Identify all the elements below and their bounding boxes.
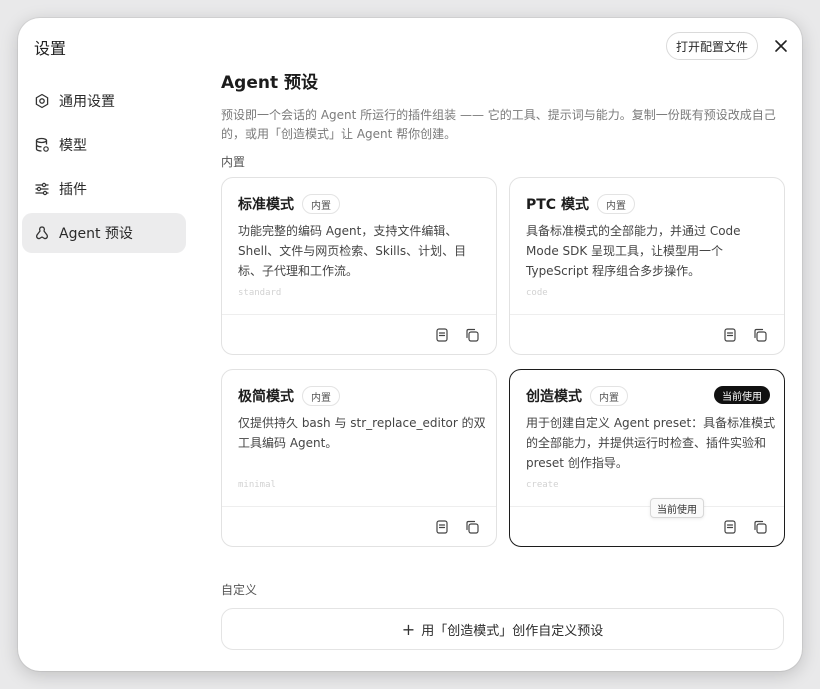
preset-id: create	[526, 480, 559, 490]
gear-icon	[34, 93, 50, 109]
page-title: Agent 预设	[221, 73, 319, 93]
sliders-icon	[34, 181, 50, 197]
builtin-badge: 内置	[590, 386, 628, 406]
preset-id: code	[526, 288, 548, 298]
sidebar: 通用设置 模型 插件 Agent 预设	[22, 81, 186, 257]
builtin-badge: 内置	[302, 194, 340, 214]
view-details-icon[interactable]	[434, 327, 450, 343]
create-custom-preset-button[interactable]: + 用「创造模式」创作自定义预设	[221, 608, 784, 650]
preset-description: 仅提供持久 bash 与 str_replace_editor 的双工具编码 A…	[238, 416, 486, 450]
preset-title: 极简模式	[238, 389, 294, 405]
preset-id: minimal	[238, 480, 276, 490]
preset-card-standard[interactable]: 标准模式 内置 功能完整的编码 Agent，支持文件编辑、Shell、文件与网页…	[221, 177, 497, 355]
settings-window: 设置 打开配置文件 通用设置 模型 插件 Agent 预设 Agent 预设 预…	[18, 18, 802, 671]
copy-icon[interactable]	[752, 327, 768, 343]
current-badge: 当前使用	[714, 386, 770, 404]
window-title: 设置	[34, 39, 67, 58]
copy-icon[interactable]	[464, 327, 480, 343]
preset-title: 标准模式	[238, 197, 294, 213]
sidebar-item-plugins[interactable]: 插件	[22, 169, 186, 209]
preset-title: PTC 模式	[526, 197, 589, 213]
preset-card-minimal[interactable]: 极简模式 内置 仅提供持久 bash 与 str_replace_editor …	[221, 369, 497, 547]
open-config-button[interactable]: 打开配置文件	[666, 32, 758, 60]
preset-description: 具备标准模式的全部能力，并通过 Code Mode SDK 呈现工具，让模型用一…	[526, 224, 741, 278]
database-icon	[34, 137, 50, 153]
main-content: Agent 预设 预设即一个会话的 Agent 所运行的插件组装 —— 它的工具…	[221, 68, 786, 170]
preset-card-ptc[interactable]: PTC 模式 内置 具备标准模式的全部能力，并通过 Code Mode SDK …	[509, 177, 785, 355]
custom-section-label: 自定义	[221, 583, 258, 597]
card-footer	[510, 506, 784, 546]
sidebar-item-agent-presets[interactable]: Agent 预设	[22, 213, 186, 253]
card-footer	[222, 314, 496, 354]
view-details-icon[interactable]	[722, 327, 738, 343]
close-icon[interactable]	[770, 35, 792, 57]
create-button-label: 用「创造模式」创作自定义预设	[421, 623, 604, 639]
card-footer	[510, 314, 784, 354]
sidebar-item-general[interactable]: 通用设置	[22, 81, 186, 121]
builtin-badge: 内置	[302, 386, 340, 406]
agent-icon	[34, 225, 50, 241]
preset-card-create[interactable]: 创造模式 内置 当前使用 用于创建自定义 Agent preset：具备标准模式…	[509, 369, 785, 547]
preset-title: 创造模式	[526, 389, 582, 405]
sidebar-item-label: Agent 预设	[59, 226, 133, 242]
builtin-section-label: 内置	[221, 155, 246, 169]
sidebar-item-models[interactable]: 模型	[22, 125, 186, 165]
copy-icon[interactable]	[752, 519, 768, 535]
plus-icon: +	[401, 619, 416, 639]
preset-description: 用于创建自定义 Agent preset：具备标准模式的全部能力，并提供运行时检…	[526, 416, 776, 470]
preset-description: 功能完整的编码 Agent，支持文件编辑、Shell、文件与网页检索、Skill…	[238, 224, 467, 278]
tooltip: 当前使用	[650, 498, 704, 518]
view-details-icon[interactable]	[434, 519, 450, 535]
builtin-badge: 内置	[596, 194, 635, 214]
copy-icon[interactable]	[464, 519, 480, 535]
sidebar-item-label: 通用设置	[59, 94, 115, 110]
sidebar-item-label: 插件	[59, 182, 87, 198]
preset-id: standard	[238, 288, 282, 298]
page-description: 预设即一个会话的 Agent 所运行的插件组装 —— 它的工具、提示词与能力。复…	[221, 108, 776, 141]
view-details-icon[interactable]	[722, 519, 738, 535]
card-footer	[222, 506, 496, 546]
sidebar-item-label: 模型	[59, 138, 87, 154]
